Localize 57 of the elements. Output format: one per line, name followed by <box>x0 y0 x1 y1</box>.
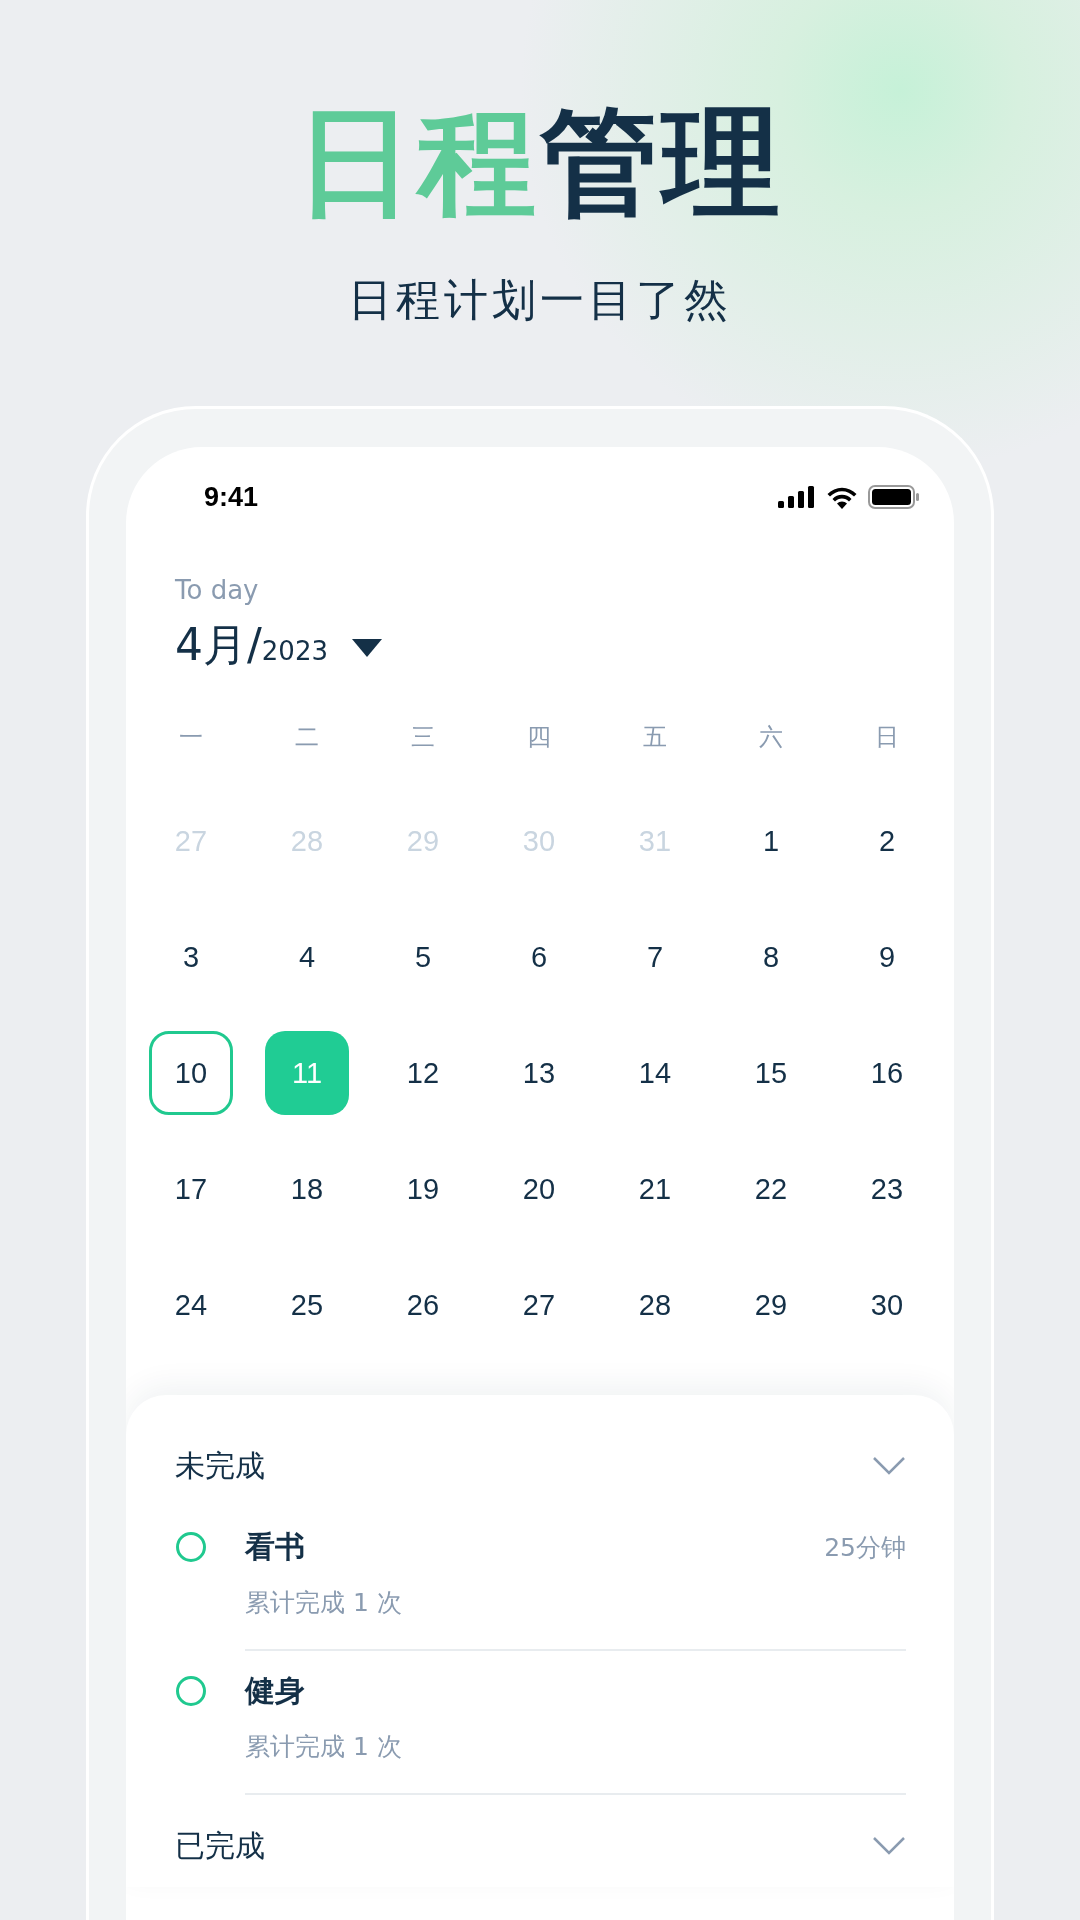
weekday-label: 五 <box>643 722 667 753</box>
task-count: 累计完成 1 次 <box>245 1719 906 1795</box>
calendar-day[interactable]: 22 <box>729 1147 813 1231</box>
calendar-day[interactable]: 15 <box>729 1031 813 1115</box>
calendar-day[interactable]: 21 <box>613 1147 697 1231</box>
weekday-label: 一 <box>179 722 203 753</box>
calendar-day[interactable]: 28 <box>613 1263 697 1347</box>
calendar-day[interactable]: 14 <box>613 1031 697 1115</box>
task-name: 看书 <box>245 1527 306 1566</box>
calendar-day[interactable]: 2 <box>845 799 929 883</box>
status-time: 9:41 <box>204 481 259 513</box>
calendar-day[interactable]: 18 <box>265 1147 349 1231</box>
wifi-icon <box>826 485 858 509</box>
subtitle: 日程计划一目了然 <box>348 274 732 326</box>
empty-circle-icon[interactable] <box>175 1531 207 1563</box>
task-name: 健身 <box>245 1671 306 1710</box>
calendar-day[interactable]: 16 <box>845 1031 929 1115</box>
headline-text: 管理 <box>540 93 784 231</box>
calendar-day[interactable]: 26 <box>381 1263 465 1347</box>
calendar-day[interactable]: 12 <box>381 1031 465 1115</box>
weekday-label: 六 <box>759 722 783 753</box>
calendar-day[interactable]: 20 <box>497 1147 581 1231</box>
calendar-day[interactable]: 13 <box>497 1031 581 1115</box>
chevron-down-icon[interactable] <box>872 1836 906 1856</box>
weekday-label: 二 <box>295 722 319 753</box>
section-title: 已完成 <box>175 1826 265 1865</box>
calendar-day[interactable]: 19 <box>381 1147 465 1231</box>
calendar-day[interactable]: 6 <box>497 915 581 999</box>
calendar-day[interactable]: 17 <box>149 1147 233 1231</box>
calendar-day[interactable]: 23 <box>845 1147 929 1231</box>
calendar-day[interactable]: 27 <box>497 1263 581 1347</box>
calendar-day[interactable]: 29 <box>729 1263 813 1347</box>
caret-icon[interactable] <box>352 639 382 657</box>
calendar-day[interactable]: 5 <box>381 915 465 999</box>
empty-circle-icon[interactable] <box>175 1675 207 1707</box>
battery-icon <box>868 485 920 509</box>
calendar-day[interactable]: 4 <box>265 915 349 999</box>
signal-icon <box>778 486 816 508</box>
chevron-down-icon[interactable] <box>872 1456 906 1476</box>
task-duration: 25分钟 <box>824 1531 906 1564</box>
weekday-label: 三 <box>411 722 435 753</box>
headline-text: 日程 <box>296 93 540 231</box>
today-label: To day <box>175 574 260 607</box>
task-count: 累计完成 1 次 <box>245 1575 906 1651</box>
weekday-label: 四 <box>527 722 551 753</box>
calendar-day[interactable]: 1 <box>729 799 813 883</box>
calendar-day[interactable]: 10 <box>149 1031 233 1115</box>
weekday-label: 日 <box>875 722 899 753</box>
calendar-day[interactable]: 25 <box>265 1263 349 1347</box>
calendar-day[interactable]: 7 <box>613 915 697 999</box>
calendar-day[interactable]: 24 <box>149 1263 233 1347</box>
month-year-title: 4月/2023 <box>175 618 328 672</box>
calendar-day[interactable]: 30 <box>845 1263 929 1347</box>
calendar-day[interactable]: 3 <box>149 915 233 999</box>
section-title: 未完成 <box>175 1446 265 1485</box>
calendar-day[interactable]: 8 <box>729 915 813 999</box>
calendar-day[interactable]: 9 <box>845 915 929 999</box>
